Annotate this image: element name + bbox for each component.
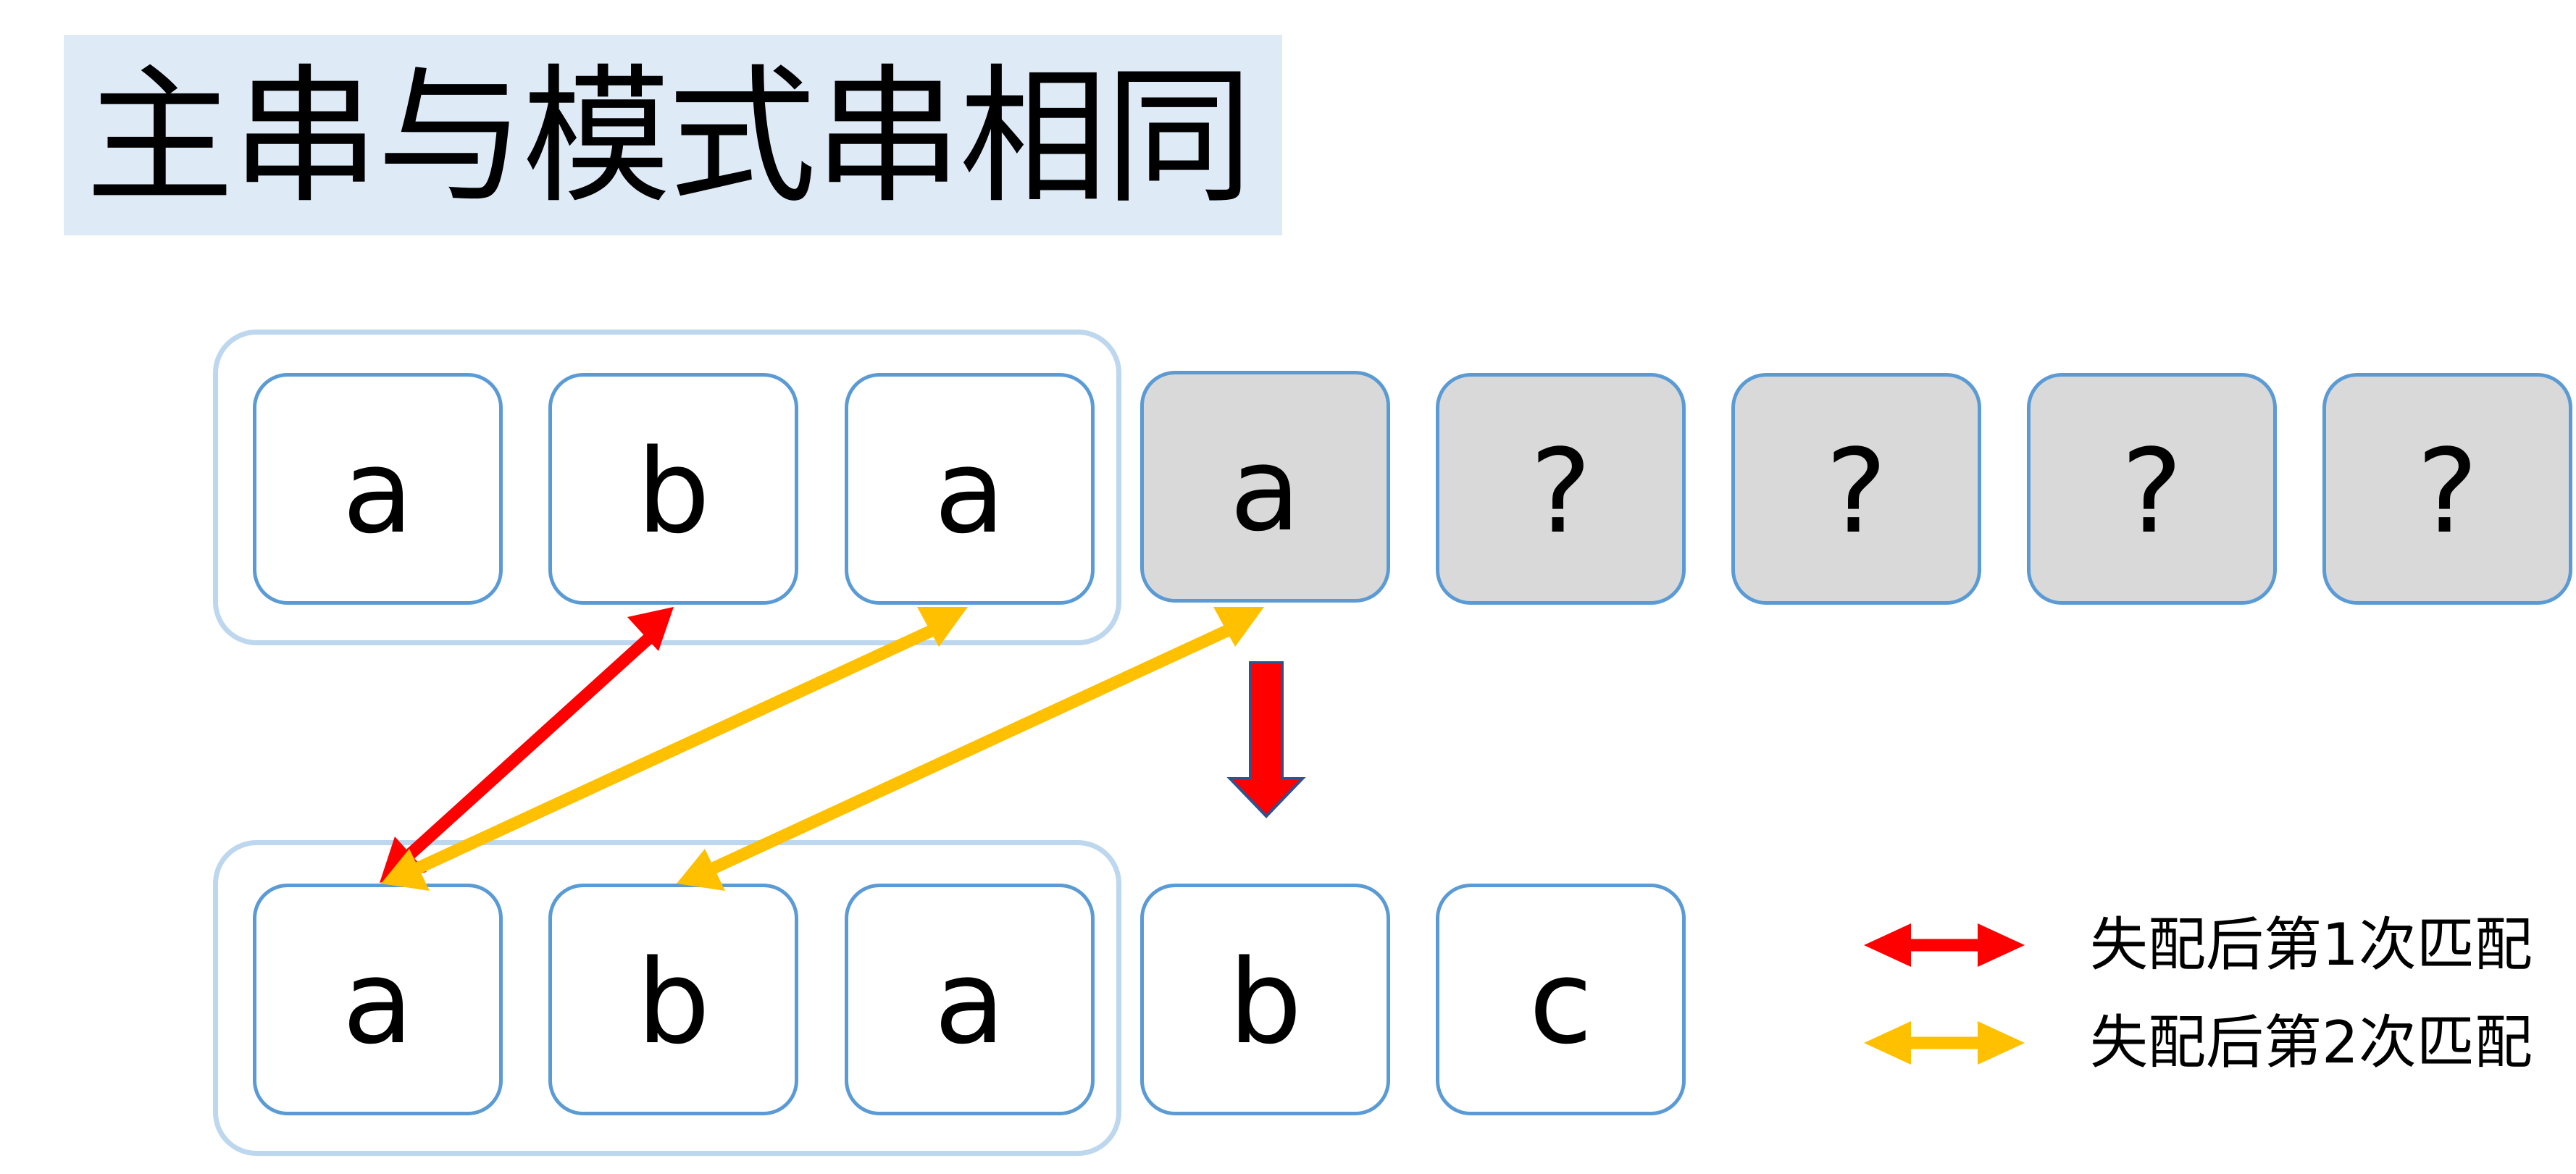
second-match-arrow [381,607,968,891]
legend-red-arrow-icon [1864,923,2025,967]
mismatch-down-arrow [1226,661,1306,818]
legend-yellow-arrow-icon [1864,1021,2025,1065]
first-match-arrow [380,607,674,883]
legend-first-match-label: 失配后第1次匹配 [2090,911,2533,978]
match-arrows [380,607,2025,1065]
second-match-arrow [677,607,1264,891]
legend-second-match-label: 失配后第2次匹配 [2090,1009,2533,1076]
